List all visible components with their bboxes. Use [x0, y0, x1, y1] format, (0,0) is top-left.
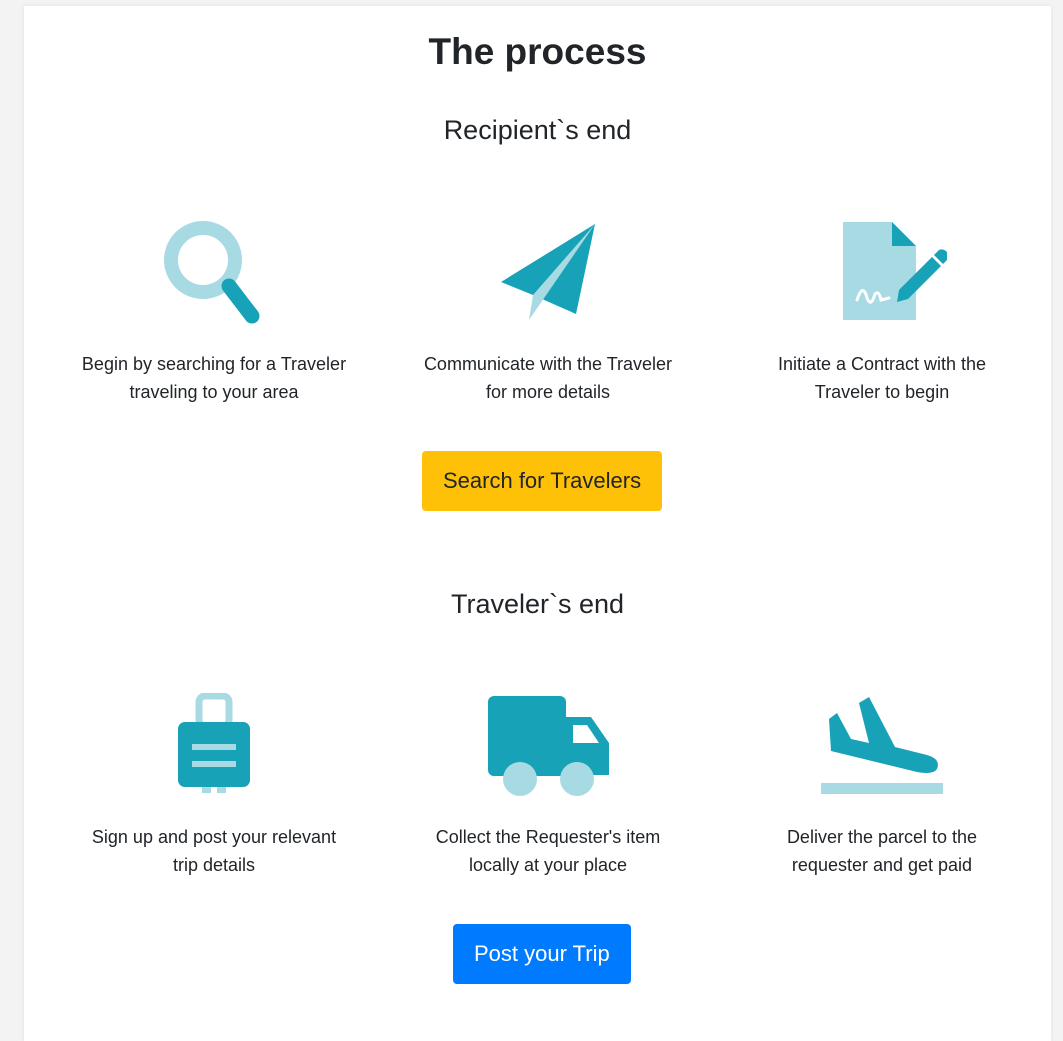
post-trip-button[interactable]: Post your Trip — [453, 924, 631, 984]
recipient-step-search-caption: Begin by searching for a Traveler travel… — [81, 354, 347, 402]
traveler-step-collect-caption: Collect the Requester's item locally at … — [435, 827, 661, 875]
contract-sign-icon — [817, 220, 947, 330]
magnifier-icon — [149, 220, 279, 330]
traveler-heading: Traveler`s end — [450, 589, 625, 619]
paper-plane-icon — [483, 220, 613, 330]
recipient-step-communicate-caption: Communicate with the Traveler for more d… — [423, 354, 673, 402]
traveler-step-signup-caption: Sign up and post your relevant trip deta… — [91, 827, 337, 875]
process-card: The process Recipient`s end Begin by sea… — [24, 6, 1051, 1041]
recipient-step-contract-caption: Initiate a Contract with the Traveler to… — [777, 354, 987, 402]
suitcase-icon — [149, 693, 279, 803]
recipient-heading: Recipient`s end — [443, 115, 632, 145]
page-title: The process — [428, 31, 647, 72]
traveler-step-deliver-caption: Deliver the parcel to the requester and … — [786, 827, 978, 875]
plane-landing-icon — [817, 693, 947, 803]
truck-icon — [483, 693, 613, 803]
search-travelers-button[interactable]: Search for Travelers — [422, 451, 663, 511]
